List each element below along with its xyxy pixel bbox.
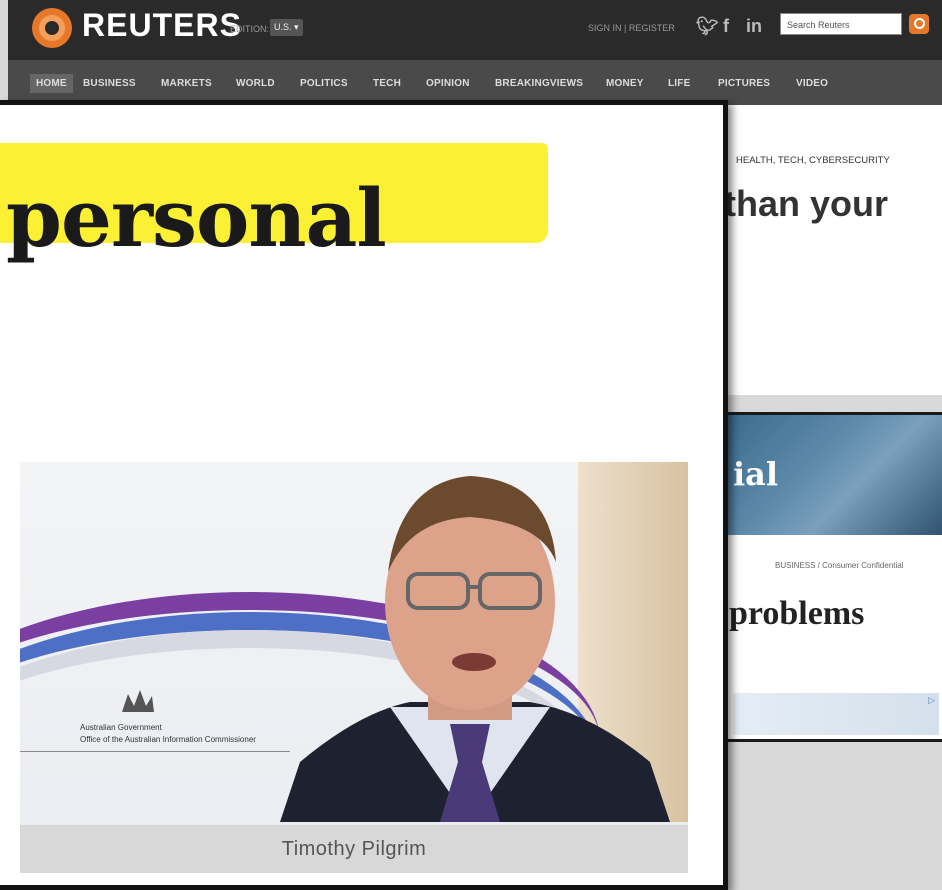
twitter-icon[interactable]: 🐦︎: [696, 16, 719, 37]
story-image[interactable]: ial: [727, 415, 942, 535]
edition-value: U.S.: [274, 22, 292, 32]
nav-item-home[interactable]: HOME: [30, 74, 73, 93]
gov-line-2: Office of the Australian Information Com…: [80, 735, 256, 744]
nav-item-money[interactable]: MONEY: [606, 78, 644, 89]
background-story-card: ial BUSINESS / Consumer Confidential pro…: [724, 412, 942, 742]
search-input[interactable]: Search Reuters: [780, 13, 902, 35]
facebook-icon[interactable]: f: [723, 16, 729, 37]
highlight-word: personal: [6, 171, 387, 265]
nav-item-video[interactable]: VIDEO: [796, 78, 828, 89]
nav-item-life[interactable]: LIFE: [668, 78, 690, 89]
speaker-image: [280, 476, 670, 822]
nav-item-opinion[interactable]: OPINION: [426, 78, 470, 89]
nav-item-politics[interactable]: POLITICS: [300, 78, 348, 89]
video-caption: Timothy Pilgrim: [20, 825, 688, 873]
edition-select[interactable]: U.S. ▾: [270, 19, 303, 36]
nav-item-pictures[interactable]: PICTURES: [718, 78, 770, 89]
overlay-panel: personal Australian Government Office of…: [0, 100, 728, 890]
ad-banner[interactable]: ▷: [733, 693, 939, 735]
coat-of-arms-icon: [122, 690, 154, 712]
story-image-title: ial: [733, 455, 779, 493]
divider: [20, 751, 290, 752]
edition-label: EDITION:: [230, 24, 270, 34]
story-kicker[interactable]: BUSINESS / Consumer Confidential: [775, 561, 904, 570]
reuters-logo-icon[interactable]: [30, 6, 74, 50]
chevron-down-icon: ▾: [294, 22, 299, 32]
signin-register-link[interactable]: SIGN IN | REGISTER: [588, 23, 675, 33]
highlighted-heading: personal: [0, 143, 548, 265]
gov-caption: Australian Government Office of the Aust…: [80, 722, 256, 746]
nav-item-markets[interactable]: MARKETS: [161, 78, 212, 89]
nav-item-breakingviews[interactable]: BREAKINGVIEWS: [495, 78, 583, 89]
nav-item-tech[interactable]: TECH: [373, 78, 401, 89]
nav-item-world[interactable]: WORLD: [236, 78, 275, 89]
article-tags[interactable]: HEALTH, TECH, CYBERSECURITY: [736, 155, 890, 166]
story-headline-fragment[interactable]: problems: [729, 595, 864, 633]
article-headline-fragment[interactable]: than your: [724, 183, 888, 225]
video-player[interactable]: Australian Government Office of the Aust…: [20, 462, 688, 873]
site-header: REUTERS EDITION: U.S. ▾ SIGN IN | REGIST…: [8, 0, 942, 61]
search-icon[interactable]: [909, 14, 929, 34]
brand-name[interactable]: REUTERS: [82, 7, 242, 44]
background-article: HEALTH, TECH, CYBERSECURITY than your: [718, 105, 942, 395]
main-nav: HOME BUSINESS MARKETS WORLD POLITICS TEC…: [8, 60, 942, 105]
nav-item-business[interactable]: BUSINESS: [83, 78, 136, 89]
gov-line-1: Australian Government: [80, 723, 162, 732]
ad-choices-icon[interactable]: ▷: [928, 695, 935, 706]
linkedin-icon[interactable]: in: [746, 16, 762, 37]
